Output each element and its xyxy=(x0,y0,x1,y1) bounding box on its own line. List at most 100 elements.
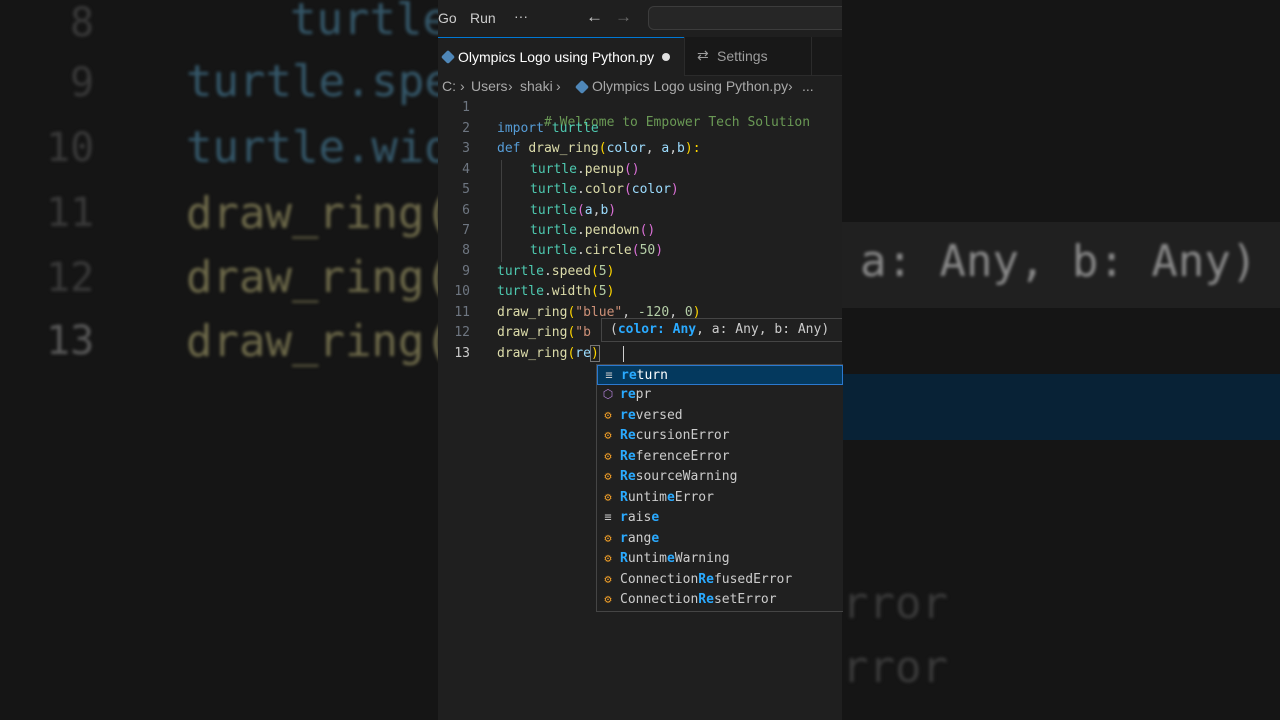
number: 5 xyxy=(598,264,607,279)
keyword: def xyxy=(497,141,521,156)
indent-guide xyxy=(501,160,502,262)
active-parameter: color: Any xyxy=(617,322,697,337)
param: a xyxy=(584,203,593,218)
function-name: draw_ring xyxy=(528,141,599,156)
paren: ( xyxy=(590,284,599,299)
menu-run[interactable]: Run xyxy=(470,10,496,26)
back-arrow-icon[interactable]: ← xyxy=(586,7,603,27)
suggestion-item[interactable]: ⬡ repr xyxy=(597,385,843,405)
line-number: 10 xyxy=(454,284,470,299)
paren: ): xyxy=(684,141,701,156)
suggestion-item[interactable]: ⚙ RuntimeWarning xyxy=(597,549,843,569)
method: circle xyxy=(584,243,632,258)
param: color xyxy=(606,141,646,156)
suggestion-label: RecursionError xyxy=(620,428,730,443)
punct: . xyxy=(576,162,585,177)
suggestion-item[interactable]: ≡ return xyxy=(597,365,843,385)
bg-selection-highlight xyxy=(842,374,1280,440)
tab-label: Settings xyxy=(717,48,768,64)
bg-code-line: turtle.spe xyxy=(186,56,438,107)
class-icon: ⚙ xyxy=(604,408,612,422)
class-icon: ⚙ xyxy=(604,592,612,606)
menu-go[interactable]: Go xyxy=(438,10,457,26)
class-icon: ⚙ xyxy=(604,449,612,463)
suggestion-item[interactable]: ≡ raise xyxy=(597,508,843,528)
line-number: 9 xyxy=(462,264,470,279)
suggestion-label: range xyxy=(620,531,660,546)
paren: () xyxy=(623,162,640,177)
suggestion-label: ResourceWarning xyxy=(620,469,738,484)
tab-settings[interactable]: ⇄ Settings xyxy=(684,37,812,75)
paren: ( xyxy=(631,243,640,258)
paren: ( xyxy=(623,182,632,197)
paren: ) xyxy=(608,203,617,218)
bg-code-line: turtle xyxy=(290,0,438,45)
module: turtle xyxy=(530,203,577,218)
suggestion-item[interactable]: ⚙ reversed xyxy=(597,406,843,426)
paren: ) xyxy=(589,345,600,362)
module: turtle xyxy=(530,223,577,238)
code-line: turtle(a,b) xyxy=(530,203,616,218)
code-line: turtle.speed(5) xyxy=(497,264,614,279)
code-editor-window: Go Run ··· ← → Olympics Logo using Pytho… xyxy=(438,0,842,720)
paren: ) xyxy=(606,264,615,279)
line-number: 7 xyxy=(462,223,470,238)
bg-line-number: 9 xyxy=(70,60,95,106)
breadcrumb-user[interactable]: shaki xyxy=(520,78,553,94)
class-icon: ⚙ xyxy=(604,551,612,565)
suggestion-item[interactable]: ⚙ RecursionError xyxy=(597,426,843,446)
line-number: 5 xyxy=(462,182,470,197)
line-number: 1 xyxy=(462,100,470,115)
module: turtle xyxy=(530,243,577,258)
suggestion-label: repr xyxy=(620,387,652,402)
code-line: draw_ring("b xyxy=(497,325,591,340)
suggestion-label: RuntimeError xyxy=(620,490,714,505)
chevron-right-icon: › xyxy=(460,78,465,94)
function-call: draw_ring xyxy=(497,346,568,361)
forward-arrow-icon[interactable]: → xyxy=(615,7,632,27)
breadcrumb-drive[interactable]: C: xyxy=(442,78,456,94)
tab-olympics-logo[interactable]: Olympics Logo using Python.py xyxy=(438,37,684,76)
breadcrumb-file[interactable]: Olympics Logo using Python.py xyxy=(592,78,788,94)
method: speed xyxy=(551,264,591,279)
punct: . xyxy=(576,182,585,197)
suggestion-item[interactable]: ⚙ RuntimeError xyxy=(597,488,843,508)
unsaved-dot-icon[interactable] xyxy=(662,53,670,61)
line-number: 13 xyxy=(454,346,470,361)
more-menu-icon[interactable]: ··· xyxy=(514,8,528,24)
punct: . xyxy=(576,223,585,238)
suggestion-item[interactable]: ⚙ ReferenceError xyxy=(597,447,843,467)
chevron-right-icon: › xyxy=(788,78,793,94)
breadcrumb-users[interactable]: Users xyxy=(471,78,508,94)
paren: () xyxy=(639,223,656,238)
suggestion-item[interactable]: ⚙ range xyxy=(597,529,843,549)
line-number: 12 xyxy=(454,325,470,340)
code-line: import turtle xyxy=(497,121,599,136)
param: b xyxy=(677,141,685,156)
bg-code-line: draw_ring( xyxy=(186,188,438,239)
mouse-ibeam-cursor xyxy=(623,346,624,362)
command-center-search[interactable] xyxy=(648,6,842,30)
suggestion-item[interactable]: ⚙ ConnectionRefusedError xyxy=(597,570,843,590)
bg-code-line: draw_ring( xyxy=(186,316,438,367)
typed-text: re xyxy=(575,346,591,361)
paren: ( xyxy=(590,264,599,279)
tab-label: Olympics Logo using Python.py xyxy=(458,49,655,65)
autocomplete-suggestions: ≡ return ⬡ repr ⚙ reversed ⚙ RecursionEr… xyxy=(596,364,843,612)
code-line-current: draw_ring(re) xyxy=(497,345,600,362)
keyword-icon: ≡ xyxy=(604,510,612,524)
suggestion-label: ConnectionResetError xyxy=(620,592,777,607)
suggestion-item[interactable]: ⚙ ResourceWarning xyxy=(597,467,843,487)
line-number: 8 xyxy=(462,243,470,258)
paren: ) xyxy=(655,243,664,258)
code-line: turtle.circle(50) xyxy=(530,243,663,258)
string: "b xyxy=(575,325,591,340)
function-call: draw_ring xyxy=(497,325,568,340)
number: 50 xyxy=(639,243,656,258)
paren: ) xyxy=(670,182,679,197)
line-number: 3 xyxy=(462,141,470,156)
breadcrumb-more[interactable]: ... xyxy=(802,78,814,94)
suggestion-label: return xyxy=(621,368,668,383)
class-icon: ⚙ xyxy=(604,469,612,483)
suggestion-item[interactable]: ⚙ ConnectionResetError xyxy=(597,590,843,610)
